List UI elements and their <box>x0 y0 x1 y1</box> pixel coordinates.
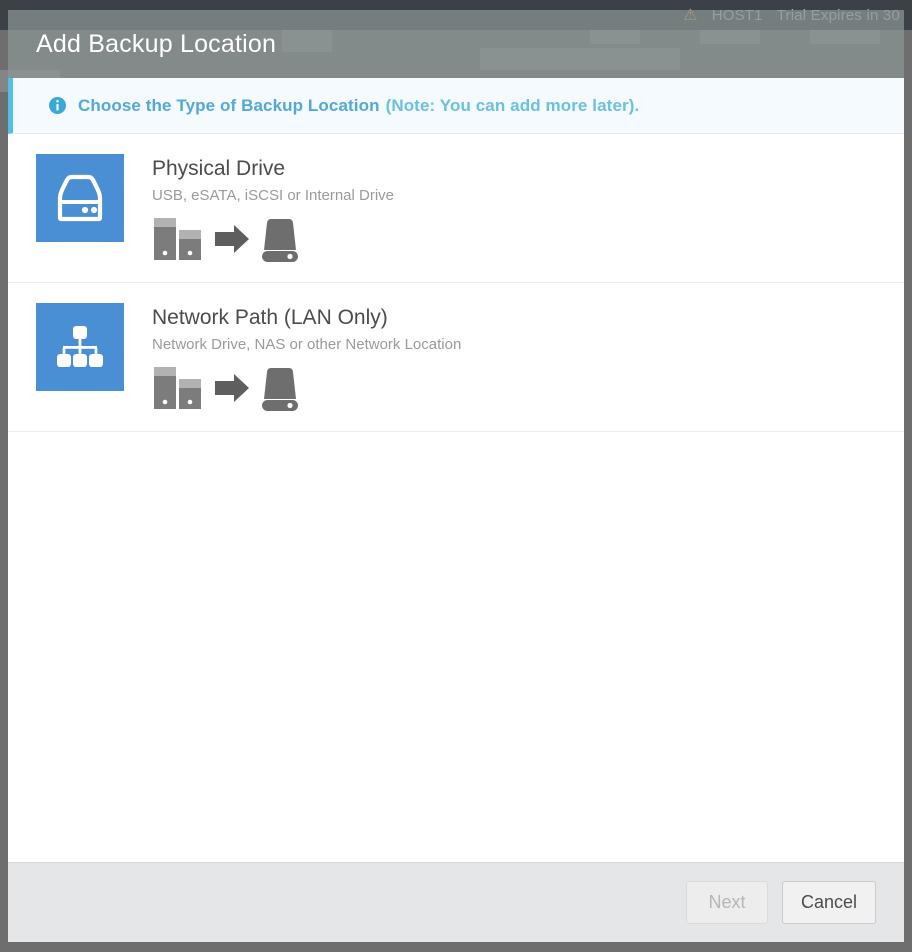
next-button[interactable]: Next <box>685 881 768 924</box>
network-sitemap-icon <box>57 325 103 367</box>
info-banner-note: (Note: You can add more later). <box>385 95 640 115</box>
servers-to-external-drive-icon <box>154 366 298 411</box>
info-banner: Choose the Type of Backup Location (Note… <box>8 78 904 134</box>
dialog-footer: Next Cancel <box>8 862 904 942</box>
physical-drive-subtitle: USB, eSATA, iSCSI or Internal Drive <box>152 187 395 205</box>
dialog-header: Add Backup Location <box>8 10 904 78</box>
app-page: ⚠ HOST1 Trial Expires in 30 Add Backup L… <box>0 0 912 952</box>
network-path-content: Network Path (LAN Only) Network Drive, N… <box>124 303 461 413</box>
physical-drive-tile <box>36 154 124 242</box>
cancel-button[interactable]: Cancel <box>781 881 876 924</box>
physical-drive-title: Physical Drive <box>152 157 286 180</box>
physical-drive-content: Physical Drive USB, eSATA, iSCSI or Inte… <box>124 154 394 264</box>
hard-drive-icon <box>57 174 103 222</box>
info-icon <box>49 97 66 114</box>
info-banner-text: Choose the Type of Backup Location <box>78 95 380 115</box>
option-network-path[interactable]: Network Path (LAN Only) Network Drive, N… <box>8 283 904 432</box>
network-path-subtitle: Network Drive, NAS or other Network Loca… <box>152 336 462 353</box>
option-physical-drive[interactable]: Physical Drive USB, eSATA, iSCSI or Inte… <box>8 134 904 283</box>
network-path-title: Network Path (LAN Only) <box>152 305 388 329</box>
dialog-title: Add Backup Location <box>36 29 277 58</box>
add-backup-location-dialog: Add Backup Location Choose the Type of B… <box>8 10 904 942</box>
servers-to-external-drive-icon <box>154 217 298 262</box>
network-path-tile <box>36 302 124 391</box>
dialog-body: Physical Drive USB, eSATA, iSCSI or Inte… <box>8 134 904 862</box>
